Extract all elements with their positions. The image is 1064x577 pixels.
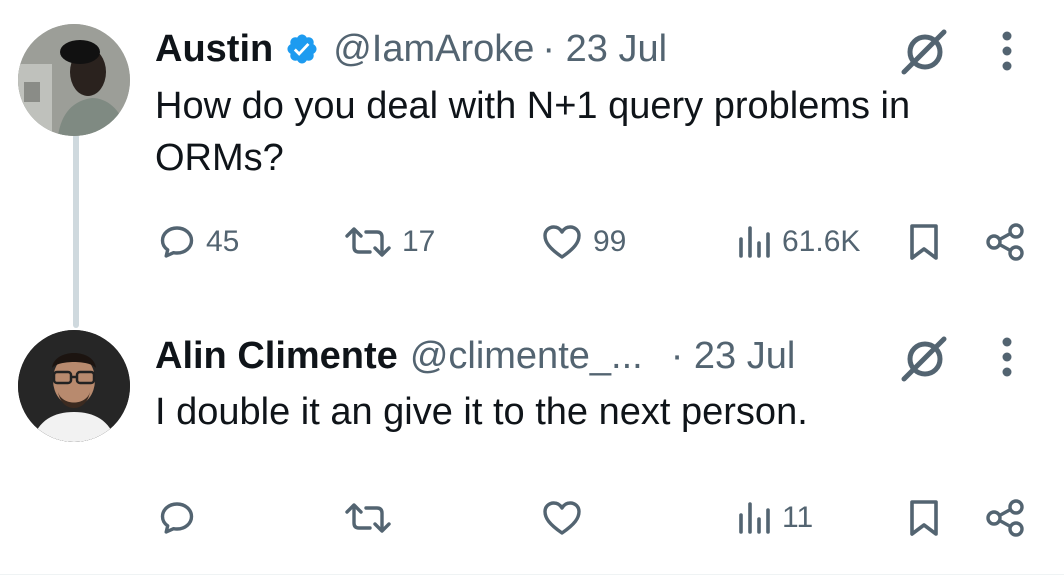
avatar[interactable] [18,24,130,136]
display-name[interactable]: Austin [155,28,273,71]
view-count: 11 [782,501,814,534]
tweet-text: I double it an give it to the next perso… [155,386,808,438]
tweet-text-line: I double it an give it to the next perso… [155,391,808,433]
display-name[interactable]: Alin Climente [155,335,398,378]
user-handle[interactable]: @IamAroke [333,28,534,71]
tweet-date[interactable]: · 23 Jul [671,335,796,378]
bookmark-icon [910,500,938,536]
like-count: 99 [593,225,627,258]
reply-icon [160,502,194,534]
views-button[interactable]: 61.6K [736,223,860,261]
tweet-text-line: ORMs? [155,137,284,179]
verified-badge-icon [285,32,319,66]
divider [0,574,1064,575]
avatar[interactable] [18,330,130,442]
repost-button[interactable] [344,499,402,537]
grok-icon[interactable] [898,26,950,83]
share-icon [986,223,1024,261]
share-button[interactable] [984,222,1026,262]
bookmark-icon [910,224,938,260]
thread-connector-line [73,134,79,328]
reply-count: 45 [206,225,240,258]
more-vertical-icon[interactable] [1000,336,1014,383]
reply-button[interactable] [158,499,206,537]
avatar-photo-austin [18,24,130,136]
heart-icon [543,501,581,535]
more-vertical-icon[interactable] [1000,30,1014,77]
views-icon [739,226,770,258]
views-icon [739,502,770,534]
share-icon [986,499,1024,537]
bookmark-button[interactable] [906,498,942,538]
tweet-header: Alin Climente @climente_... · 23 Jul [155,333,795,379]
views-button[interactable]: 11 [736,499,813,537]
reply-icon [160,226,194,258]
tweet-header: Austin @IamAroke · 23 Jul [155,26,667,72]
repost-button[interactable]: 17 [344,223,435,261]
avatar-photo-alin [18,330,130,442]
view-count: 61.6K [782,225,861,258]
repost-icon [345,503,391,533]
like-button[interactable]: 99 [541,223,626,261]
like-button[interactable] [541,499,593,537]
grok-icon[interactable] [898,333,950,390]
reply-button[interactable]: 45 [158,223,239,261]
tweet-text-line: How do you deal with N+1 query problems … [155,85,911,127]
share-button[interactable] [984,498,1026,538]
tweet-date[interactable]: · 23 Jul [542,28,667,71]
tweet-text: How do you deal with N+1 query problems … [155,80,910,184]
user-handle[interactable]: @climente_... [410,335,643,378]
repost-icon [345,227,391,257]
repost-count: 17 [402,225,436,258]
heart-icon [543,225,581,259]
bookmark-button[interactable] [906,222,942,262]
